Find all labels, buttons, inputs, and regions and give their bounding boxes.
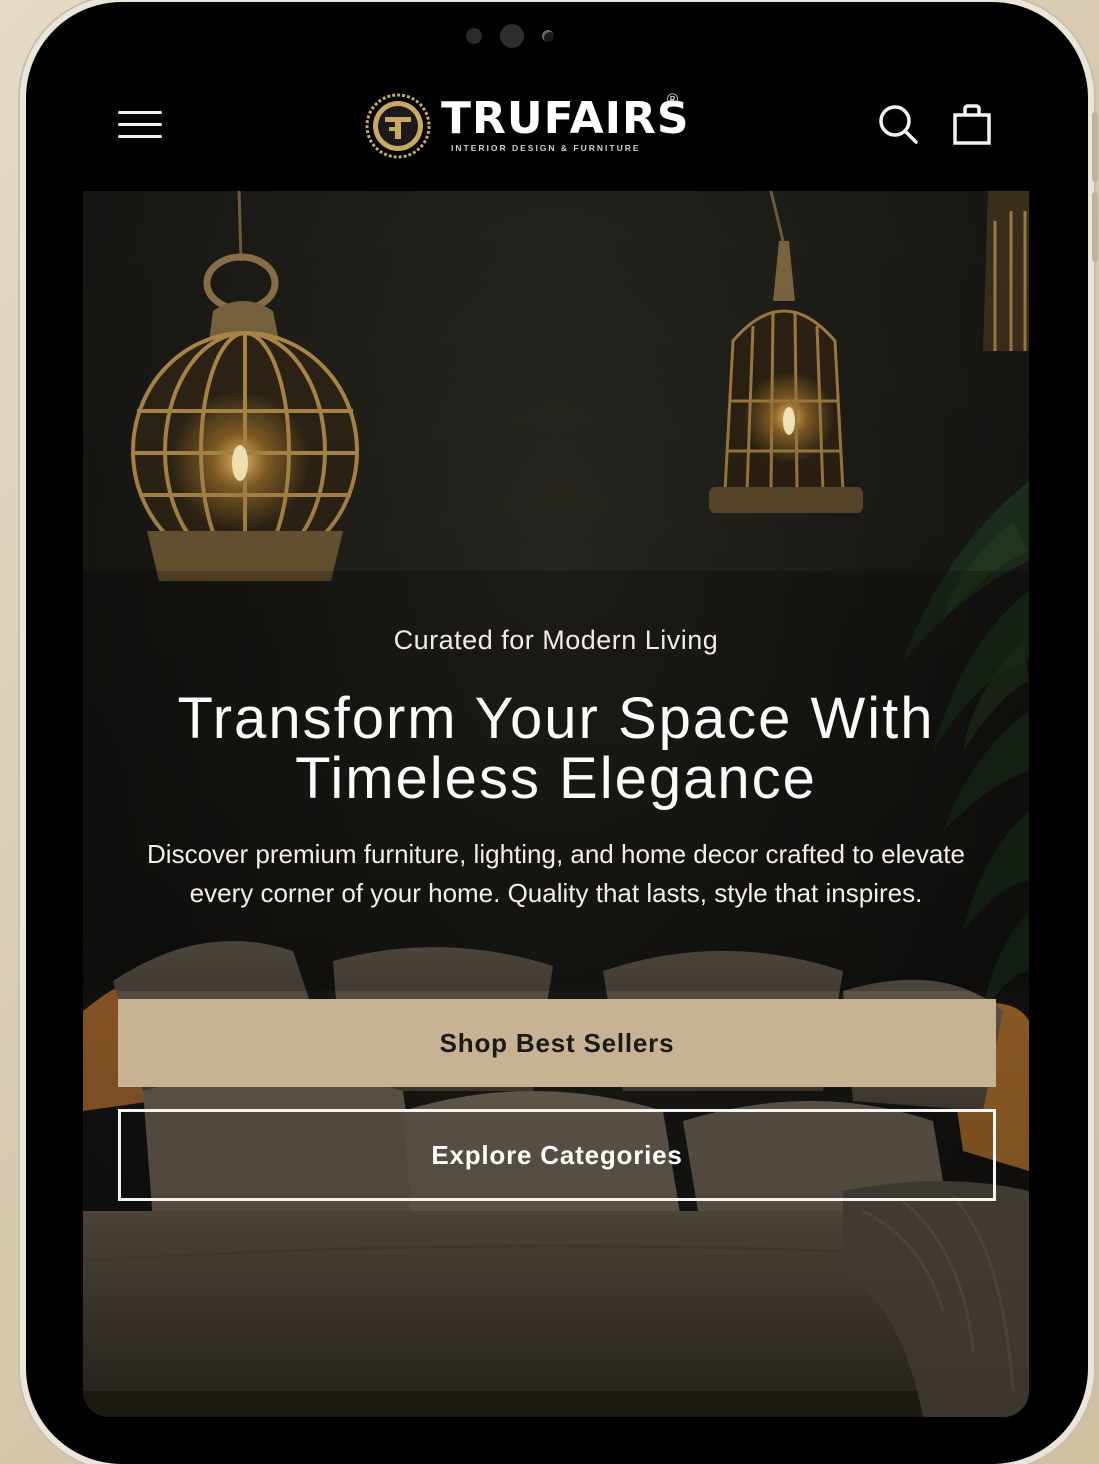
sensor-dot [466,28,482,44]
camera-lens [500,24,524,48]
hero-eyebrow: Curated for Modern Living [393,625,719,655]
hero-banner: Curated for Modern Living Transform Your… [83,191,1029,1417]
camera-bar [466,24,554,48]
volume-down-button [1092,192,1098,262]
hero-headline-line-2: Timeless Elegance [295,746,817,811]
tablet-frame: TRUFAIRS ® INTERIOR DESIGN & FURNITURE C… [26,2,1098,1464]
hero-headline-line-1: Transform Your Space With [177,686,935,751]
hero-headline: Transform Your Space With Timeless Elega… [83,689,1029,809]
hero-description: Discover premium furniture, lighting, an… [147,839,965,908]
light-sensor [542,30,554,42]
tablet-screen: TRUFAIRS ® INTERIOR DESIGN & FURNITURE C… [83,57,1029,1417]
shopping-bag-icon[interactable] [951,103,993,145]
shop-best-sellers-button[interactable]: Shop Best Sellers [118,999,996,1087]
brand-tagline: INTERIOR DESIGN & FURNITURE [451,143,641,153]
hamburger-menu-icon[interactable] [118,107,162,141]
registered-mark: ® [667,91,679,108]
brand-logo[interactable]: TRUFAIRS ® INTERIOR DESIGN & FURNITURE [365,91,689,161]
trufairs-emblem-logo [365,93,431,159]
search-icon[interactable] [877,103,919,145]
site-header: TRUFAIRS ® INTERIOR DESIGN & FURNITURE [83,57,1029,192]
volume-up-button [1092,112,1098,182]
brand-name: TRUFAIRS [441,93,690,144]
explore-categories-button[interactable]: Explore Categories [118,1109,996,1201]
